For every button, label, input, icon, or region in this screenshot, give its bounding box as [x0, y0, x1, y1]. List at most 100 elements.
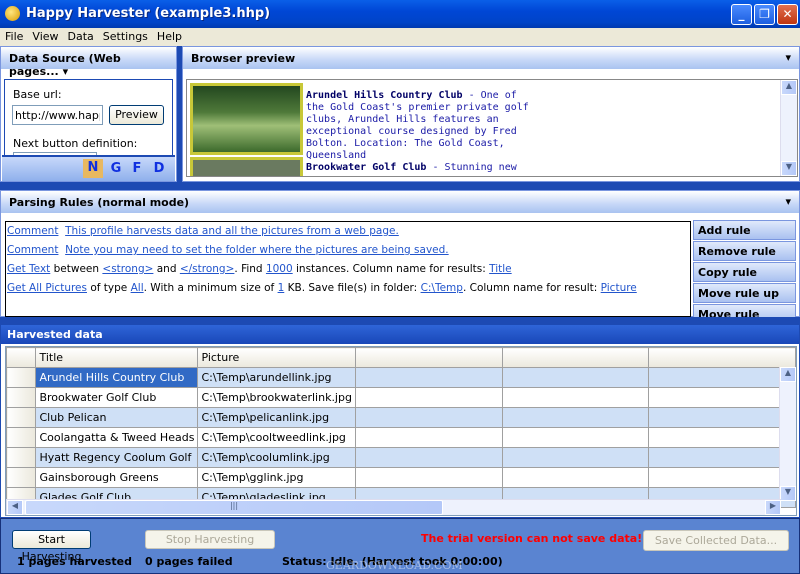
cell-empty[interactable]	[648, 427, 796, 448]
preview-scrollbar[interactable]: ▲ ▼	[780, 80, 797, 176]
harvested-data-panel: Harvested data Title Picture Arundel Hill…	[0, 324, 800, 518]
grid-horizontal-scrollbar[interactable]: ◀ ||| ▶	[6, 499, 781, 515]
cell-title[interactable]: Brookwater Golf Club	[35, 387, 199, 408]
cell-picture[interactable]: C:\Temp\gglink.jpg	[197, 467, 356, 488]
add-rule-button[interactable]: Add rule	[693, 220, 796, 240]
maximize-button[interactable]: ❐	[754, 4, 775, 25]
preview-entry-link[interactable]: Arundel Hills Country Club	[306, 90, 463, 101]
cell-empty[interactable]	[648, 407, 796, 428]
cell-picture[interactable]: C:\Temp\arundellink.jpg	[197, 367, 356, 388]
horizontal-splitter[interactable]	[0, 182, 800, 190]
cell-empty[interactable]	[501, 467, 650, 488]
tab-d[interactable]: D	[149, 161, 169, 176]
rule-link[interactable]: Comment	[7, 244, 58, 256]
rule-link[interactable]: C:\Temp	[421, 282, 463, 294]
move-rule-down-button[interactable]: Move rule down	[693, 304, 796, 317]
tab-f[interactable]: F	[127, 161, 147, 176]
cell-picture[interactable]: C:\Temp\coolumlink.jpg	[197, 447, 356, 468]
cell-empty[interactable]	[501, 447, 650, 468]
grid-vertical-scrollbar[interactable]: ▲ ▼	[779, 367, 796, 501]
scroll-down-icon[interactable]: ▼	[781, 161, 797, 176]
rule-link[interactable]: <strong>	[102, 263, 153, 275]
cell-picture[interactable]: C:\Temp\pelicanlink.jpg	[197, 407, 356, 428]
menu-help[interactable]: Help	[152, 28, 186, 43]
save-collected-data-button[interactable]: Save Collected Data...	[643, 530, 789, 551]
scroll-up-icon[interactable]: ▲	[780, 367, 796, 382]
row-header[interactable]	[6, 367, 37, 388]
cell-picture[interactable]: C:\Temp\cooltweedlink.jpg	[197, 427, 356, 448]
scroll-right-icon[interactable]: ▶	[765, 500, 781, 515]
rule-link[interactable]: Note you may need to set the folder wher…	[65, 244, 449, 256]
scroll-down-icon[interactable]: ▼	[780, 486, 796, 501]
preview-button[interactable]: Preview	[109, 105, 164, 125]
cell-empty[interactable]	[501, 407, 650, 428]
row-header[interactable]	[6, 427, 37, 448]
row-header[interactable]	[6, 447, 37, 468]
cell-title[interactable]: Hyatt Regency Coolum Golf	[35, 447, 199, 468]
chevron-down-icon[interactable]: ▾	[785, 51, 791, 64]
data-source-header[interactable]: Data Source (Web pages... ▾	[1, 47, 176, 78]
scroll-thumb[interactable]: |||	[25, 500, 443, 515]
row-header[interactable]	[6, 407, 37, 428]
minimize-button[interactable]: _	[731, 4, 752, 25]
cell-empty[interactable]	[648, 387, 796, 408]
menu-view[interactable]: View	[27, 28, 62, 43]
menu-bar: File View Data Settings Help	[0, 28, 800, 46]
rule-link[interactable]: All	[131, 282, 144, 294]
cell-empty[interactable]	[354, 467, 503, 488]
table-row[interactable]: Brookwater Golf Club C:\Temp\brookwaterli…	[6, 387, 796, 408]
cell-empty[interactable]	[354, 447, 503, 468]
stop-harvesting-button[interactable]: Stop Harvesting	[145, 530, 275, 549]
cell-empty[interactable]	[501, 427, 650, 448]
cell-title[interactable]: Club Pelican	[35, 407, 199, 428]
cell-empty[interactable]	[501, 387, 650, 408]
cell-empty[interactable]	[354, 367, 503, 388]
tab-n[interactable]: N	[83, 159, 103, 178]
table-row[interactable]: Arundel Hills Country Club C:\Temp\arunde…	[6, 367, 796, 388]
base-url-input[interactable]	[12, 105, 103, 125]
menu-file[interactable]: File	[0, 28, 27, 43]
column-header-picture[interactable]: Picture	[197, 347, 356, 368]
chevron-down-icon[interactable]: ▾	[63, 65, 69, 78]
rule-link[interactable]: Get Text	[7, 263, 50, 275]
cell-empty[interactable]	[354, 387, 503, 408]
cell-empty[interactable]	[648, 367, 796, 388]
cell-title[interactable]: Arundel Hills Country Club	[35, 367, 199, 388]
chevron-down-icon[interactable]: ▾	[785, 195, 791, 208]
row-header[interactable]	[6, 467, 37, 488]
column-header-title[interactable]: Title	[35, 347, 199, 368]
copy-rule-button[interactable]: Copy rule	[693, 262, 796, 282]
cell-empty[interactable]	[501, 367, 650, 388]
cell-title[interactable]: Gainsborough Greens	[35, 467, 199, 488]
start-harvesting-button[interactable]: Start Harvesting	[12, 530, 91, 563]
rule-link[interactable]: Get All Pictures	[7, 282, 87, 294]
scroll-left-icon[interactable]: ◀	[7, 500, 23, 515]
cell-empty[interactable]	[354, 427, 503, 448]
row-header[interactable]	[6, 387, 37, 408]
rule-link[interactable]: Comment	[7, 225, 58, 237]
cell-empty[interactable]	[648, 447, 796, 468]
preview-entry-link[interactable]: Brookwater Golf Club	[306, 162, 426, 173]
close-button[interactable]: ✕	[777, 4, 798, 25]
cell-empty[interactable]	[648, 467, 796, 488]
cell-picture[interactable]: C:\Temp\brookwaterlink.jpg	[197, 387, 356, 408]
tab-g[interactable]: G	[106, 161, 126, 176]
table-row[interactable]: Coolangatta & Tweed Heads C:\Temp\cooltwe…	[6, 427, 796, 448]
table-row[interactable]: Club Pelican C:\Temp\pelicanlink.jpg	[6, 407, 796, 428]
rule-link[interactable]: 1000	[266, 263, 293, 275]
rule-link[interactable]: </strong>	[180, 263, 235, 275]
scroll-up-icon[interactable]: ▲	[781, 80, 797, 95]
rule-link[interactable]: This profile harvests data and all the p…	[65, 225, 399, 237]
table-row[interactable]: Gainsborough Greens C:\Temp\gglink.jpg	[6, 467, 796, 488]
rule-link[interactable]: Title	[489, 263, 512, 275]
menu-settings[interactable]: Settings	[98, 28, 152, 43]
remove-rule-button[interactable]: Remove rule	[693, 241, 796, 261]
cell-title[interactable]: Coolangatta & Tweed Heads	[35, 427, 199, 448]
cell-empty[interactable]	[354, 407, 503, 428]
parsing-rules-title: Parsing Rules (normal mode)	[9, 196, 190, 209]
table-row[interactable]: Hyatt Regency Coolum Golf C:\Temp\cooluml…	[6, 447, 796, 468]
horizontal-splitter[interactable]	[0, 317, 800, 324]
rule-link[interactable]: Picture	[601, 282, 637, 294]
menu-data[interactable]: Data	[63, 28, 98, 43]
move-rule-up-button[interactable]: Move rule up	[693, 283, 796, 303]
